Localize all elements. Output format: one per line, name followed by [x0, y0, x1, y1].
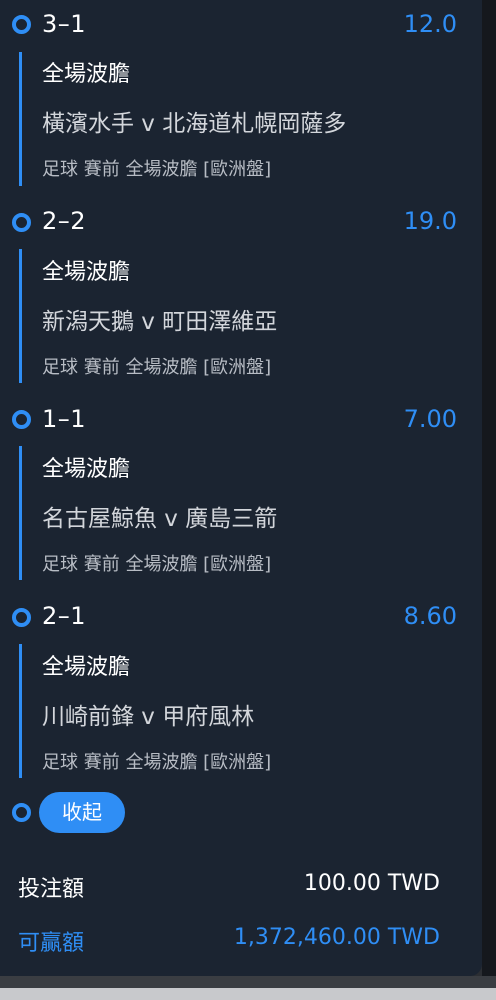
bet-odds: 12.0: [403, 10, 457, 38]
collapse-button[interactable]: 收起: [39, 792, 125, 833]
potential-win-label: 可贏額: [18, 931, 85, 956]
betslip-panel: 3–1 12.0 全場波膽 橫濱水手 v 北海道札幌岡薩多 足球 賽前 全場波膽…: [0, 0, 482, 976]
leg-connector-line: [19, 52, 22, 186]
leg-marker-icon: [12, 608, 31, 627]
leg-marker-icon: [12, 15, 31, 34]
bet-market: 全場波膽: [42, 260, 131, 285]
leg-marker-icon: [12, 213, 31, 232]
bet-selection: 2–1: [42, 602, 87, 630]
bet-market: 全場波膽: [42, 457, 131, 482]
bet-match: 名古屋鯨魚 v 廣島三箭: [42, 506, 278, 532]
bet-market: 全場波膽: [42, 655, 131, 680]
bet-selection: 1–1: [42, 405, 87, 433]
bottom-bar: [0, 976, 496, 1000]
leg-connector-line: [19, 446, 22, 580]
bet-market: 全場波膽: [42, 62, 131, 87]
bet-odds: 8.60: [403, 602, 457, 630]
bet-selection: 3–1: [42, 10, 87, 38]
scroll-track: [482, 0, 496, 976]
bet-meta: 足球 賽前 全場波膽 [歐洲盤]: [42, 554, 272, 575]
bet-meta: 足球 賽前 全場波膽 [歐洲盤]: [42, 159, 272, 180]
bet-match: 新潟天鵝 v 町田澤維亞: [42, 309, 278, 335]
bet-meta: 足球 賽前 全場波膽 [歐洲盤]: [42, 357, 272, 378]
bet-odds: 7.00: [403, 405, 457, 433]
stake-label: 投注額: [18, 877, 85, 902]
stake-value: 100.00 TWD: [303, 871, 440, 896]
leg-connector-line: [19, 249, 22, 383]
leg-connector-line: [19, 644, 22, 778]
bet-meta: 足球 賽前 全場波膽 [歐洲盤]: [42, 752, 272, 773]
potential-win-value: 1,372,460.00 TWD: [233, 925, 440, 950]
bet-odds: 19.0: [403, 207, 457, 235]
bet-match: 橫濱水手 v 北海道札幌岡薩多: [42, 111, 347, 137]
bet-match: 川崎前鋒 v 甲府風林: [42, 704, 255, 730]
collapse-marker-icon: [12, 803, 31, 822]
bet-selection: 2–2: [42, 207, 87, 235]
leg-marker-icon: [12, 410, 31, 429]
